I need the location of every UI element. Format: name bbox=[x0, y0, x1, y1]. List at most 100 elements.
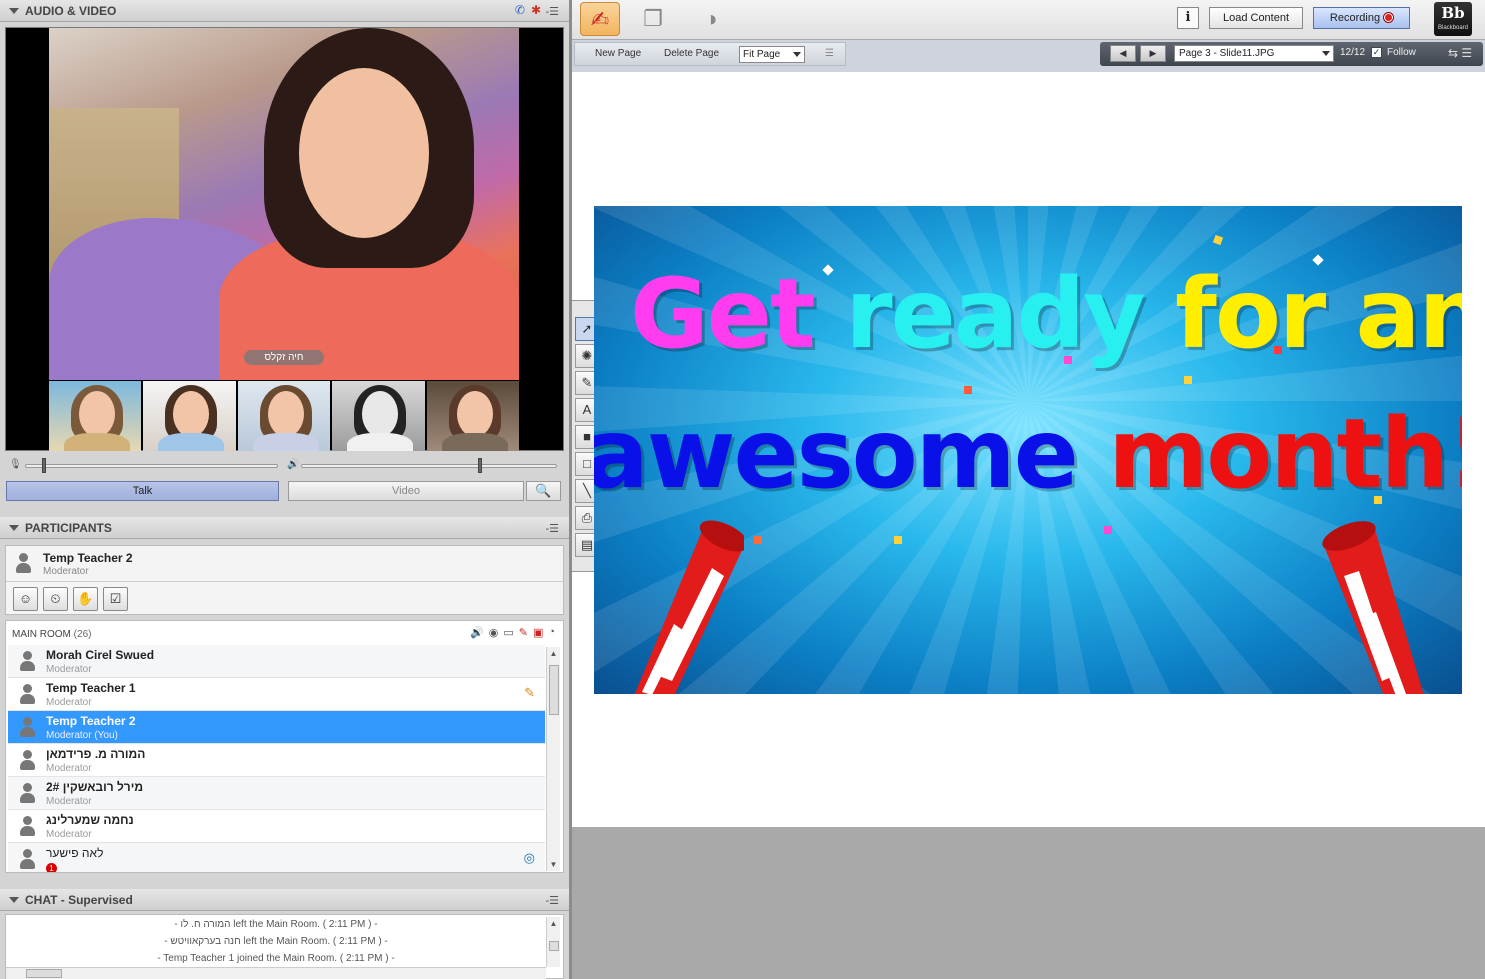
web-tour-permission-icon[interactable]: ◔ bbox=[548, 626, 555, 639]
next-page-button[interactable]: ▶ bbox=[1140, 45, 1166, 62]
participant-row[interactable]: נחמה שמערלינג Moderator bbox=[8, 810, 545, 843]
video-thumbnail[interactable] bbox=[332, 381, 425, 451]
scroll-up-icon[interactable]: ▲ bbox=[547, 649, 560, 658]
video-zoom-button[interactable]: 🔍 bbox=[526, 481, 561, 501]
avatar-icon bbox=[18, 815, 36, 837]
room-count: (26) bbox=[73, 629, 92, 640]
slide-word-get: Get bbox=[630, 258, 816, 370]
scroll-down-icon[interactable]: ▼ bbox=[547, 860, 560, 869]
audio-video-header[interactable]: AUDIO & VIDEO ✆ ✱ -☰ bbox=[0, 0, 569, 22]
whiteboard-mode-button[interactable]: ✍ bbox=[580, 2, 620, 36]
scroll-thumb[interactable] bbox=[549, 941, 559, 951]
app-share-mode-button[interactable]: ❐ bbox=[633, 2, 673, 36]
raise-hand-button[interactable]: ✋ bbox=[73, 587, 98, 611]
participant-role: Moderator bbox=[46, 697, 92, 708]
talk-button[interactable]: Talk bbox=[6, 481, 279, 501]
recording-button[interactable]: Recording bbox=[1313, 7, 1410, 29]
scroll-up-icon[interactable]: ▲ bbox=[547, 919, 560, 928]
chat-scrollbar[interactable]: ▲ bbox=[546, 917, 560, 967]
filled-square-icon: ■ bbox=[583, 429, 591, 444]
status-buttons: ☺ ⏲ ✋ ☑ bbox=[13, 587, 128, 611]
chat-permission-icon[interactable]: ▭ bbox=[503, 626, 513, 639]
collapse-triangle-icon[interactable] bbox=[9, 524, 19, 531]
settings-bug-icon[interactable]: ✱ bbox=[531, 3, 541, 17]
my-name: Temp Teacher 2 bbox=[43, 551, 133, 565]
speaker-volume-knob[interactable] bbox=[478, 458, 482, 473]
scroll-thumb[interactable] bbox=[26, 969, 62, 978]
participant-row[interactable]: Temp Teacher 1 Moderator ✎ bbox=[8, 678, 545, 711]
my-role: Moderator bbox=[43, 566, 89, 577]
poll-response-button[interactable]: ☑ bbox=[103, 587, 128, 611]
participant-name: לאה פישער bbox=[46, 846, 104, 860]
square-icon: □ bbox=[583, 456, 591, 471]
step-away-button[interactable]: ⏲ bbox=[43, 587, 68, 611]
participant-row[interactable]: לאה פישער 1 ◎ bbox=[8, 843, 545, 872]
app-share-permission-icon[interactable]: ▣ bbox=[533, 626, 543, 639]
previous-arrow-icon: ◀ bbox=[1119, 48, 1127, 58]
scroll-thumb[interactable] bbox=[549, 665, 559, 715]
follow-label: Follow bbox=[1387, 47, 1416, 58]
video-button[interactable]: Video bbox=[288, 481, 524, 501]
video-thumbnail[interactable] bbox=[426, 381, 520, 451]
audio-permission-icon[interactable]: 🔊 bbox=[470, 626, 484, 639]
video-permission-icon[interactable]: ◉ bbox=[489, 626, 499, 639]
delete-page-button[interactable]: Delete Page bbox=[664, 48, 719, 59]
collapse-triangle-icon[interactable] bbox=[9, 896, 19, 903]
participant-row-selected[interactable]: Temp Teacher 2 Moderator (You) bbox=[8, 711, 545, 744]
panel-menu-icon[interactable]: -☰ bbox=[545, 522, 559, 535]
mic-volume-knob[interactable] bbox=[42, 458, 46, 473]
party-horn-right bbox=[1322, 521, 1424, 694]
video-thumbnail[interactable] bbox=[143, 381, 236, 451]
participant-name: המורה מ. פרידמאן bbox=[46, 747, 146, 761]
page-navigation: ◀ ▶ Page 3 - Slide11.JPG 12/12 ✓ Follow … bbox=[1100, 42, 1483, 66]
avatar-icon bbox=[18, 683, 36, 705]
slide-title-line-2: awesome month!!!! bbox=[594, 398, 1462, 510]
fit-page-select[interactable]: Fit Page bbox=[739, 46, 805, 63]
slide-title-line-1: Get ready for an bbox=[630, 258, 1462, 370]
line-icon: ╲ bbox=[583, 483, 591, 498]
page-actions: New Page Delete Page Fit Page ☰ bbox=[574, 42, 846, 66]
whiteboard-canvas[interactable]: ➚ ✺ ✎ A ■ □ ╲ ⎙ ▤ Get ready for an aweso… bbox=[572, 72, 1485, 827]
panel-menu-icon[interactable]: -☰ bbox=[545, 5, 559, 18]
chat-horizontal-scrollbar[interactable] bbox=[6, 967, 546, 979]
page-select[interactable]: Page 3 - Slide11.JPG bbox=[1174, 45, 1334, 62]
main-video-feed: חיה זקלס bbox=[49, 28, 519, 380]
sync-arrows-icon[interactable]: ⇆ ☰ bbox=[1448, 46, 1472, 60]
participants-title: PARTICIPANTS bbox=[25, 520, 112, 535]
mic-volume-slider[interactable] bbox=[25, 458, 278, 473]
page-menu-icon[interactable]: ☰ bbox=[825, 48, 834, 59]
laser-icon: ✺ bbox=[581, 348, 593, 363]
chat-messages: - המורה ח. לו left the Main Room. ( 2:11… bbox=[5, 914, 564, 979]
participant-list: Morah Cirel Swued Moderator Temp Teacher… bbox=[8, 645, 545, 872]
info-button[interactable]: i bbox=[1177, 7, 1199, 29]
avatar-icon bbox=[18, 716, 36, 738]
participants-scrollbar[interactable]: ▲ ▼ bbox=[546, 647, 560, 871]
text-icon: A bbox=[582, 402, 592, 417]
new-page-button[interactable]: New Page bbox=[595, 48, 641, 59]
web-tour-mode-button[interactable]: ◑ bbox=[691, 2, 731, 36]
participant-row[interactable]: מירל רובאשקין 2# Moderator bbox=[8, 777, 545, 810]
slide-word-ready: ready bbox=[845, 258, 1146, 370]
whiteboard-permission-icon[interactable]: ✎ bbox=[519, 626, 528, 639]
collapse-triangle-icon[interactable] bbox=[9, 7, 19, 14]
participant-row[interactable]: המורה מ. פרידמאן Moderator bbox=[8, 744, 545, 777]
video-thumbnail[interactable] bbox=[237, 381, 331, 451]
panel-menu-icon[interactable]: -☰ bbox=[545, 894, 559, 907]
page-toolbar: New Page Delete Page Fit Page ☰ ◀ ▶ Page… bbox=[572, 40, 1485, 72]
video-thumbnail[interactable] bbox=[49, 381, 142, 451]
speaker-volume-slider[interactable] bbox=[301, 458, 557, 473]
chat-header[interactable]: CHAT - Supervised -☰ bbox=[0, 889, 569, 911]
emoticon-button[interactable]: ☺ bbox=[13, 587, 38, 611]
participants-header[interactable]: PARTICIPANTS -☰ bbox=[0, 517, 569, 539]
camera-icon: ⎙ bbox=[581, 510, 593, 525]
video-name-label: חיה זקלס bbox=[244, 350, 324, 365]
follow-checkbox[interactable]: ✓ bbox=[1371, 47, 1382, 58]
audio-video-header-icons: ✆ ✱ bbox=[515, 3, 541, 17]
previous-page-button[interactable]: ◀ bbox=[1110, 45, 1136, 62]
audio-video-title: AUDIO & VIDEO bbox=[25, 3, 117, 18]
participant-row[interactable]: Morah Cirel Swued Moderator bbox=[8, 645, 545, 678]
load-content-button[interactable]: Load Content bbox=[1209, 7, 1303, 29]
phone-icon[interactable]: ✆ bbox=[515, 3, 525, 17]
participant-name: Temp Teacher 1 bbox=[46, 681, 136, 695]
slide-word-for: for bbox=[1175, 258, 1326, 370]
